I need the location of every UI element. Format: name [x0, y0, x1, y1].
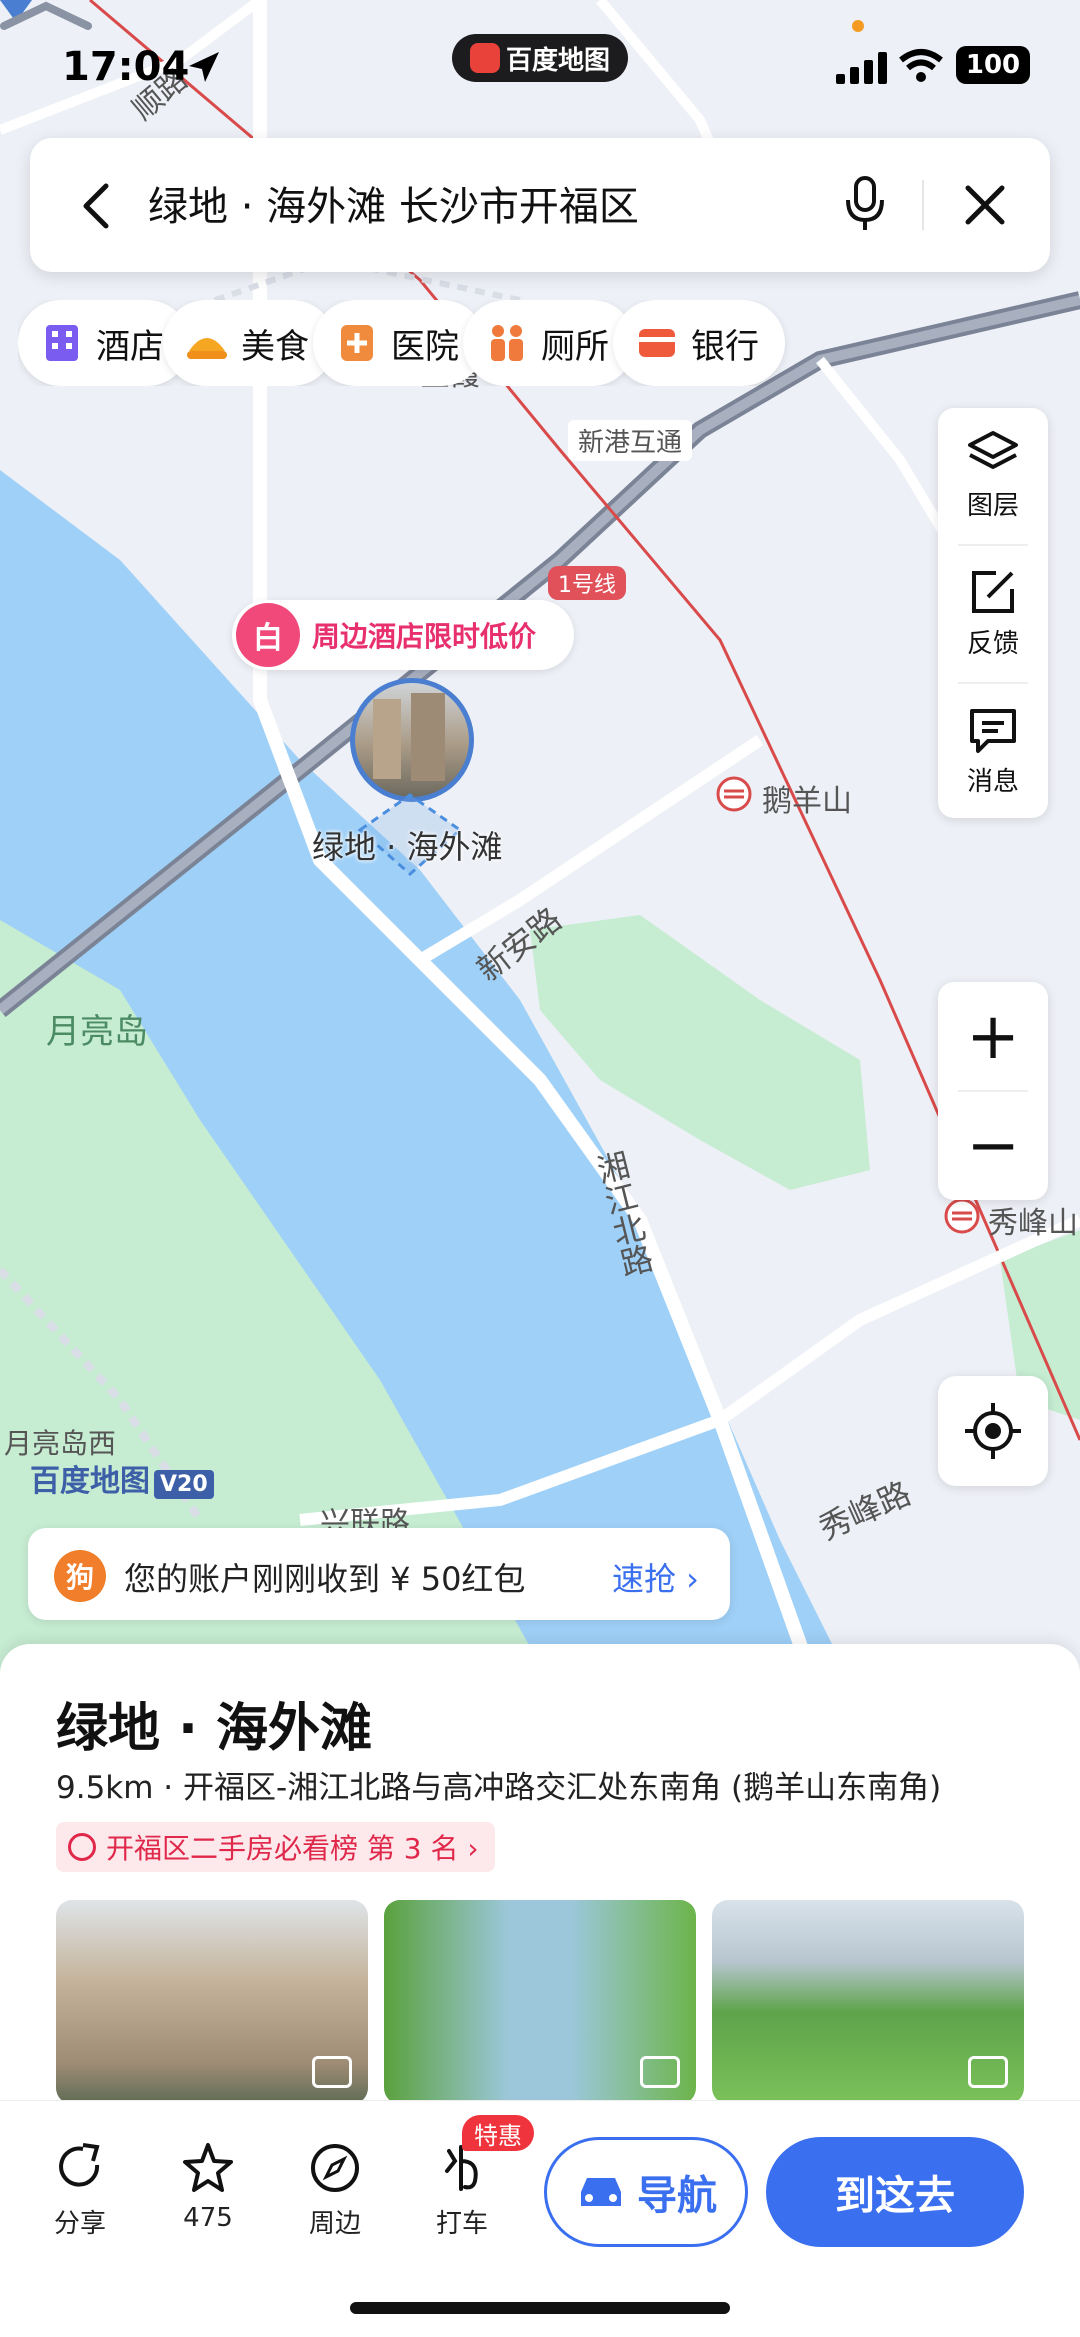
search-query[interactable]: 绿地 · 海外滩 长沙市开福区	[148, 174, 639, 232]
hospital-icon	[341, 325, 373, 361]
ranking-badge[interactable]: 开福区二手房必看榜 第 3 名 ›	[56, 1822, 495, 1872]
red-packet-grab-link[interactable]: 速抢 ›	[612, 1554, 699, 1600]
status-bar: 17:04 百度地图 100	[0, 0, 1080, 130]
map-label-line1: 1号线	[548, 566, 626, 600]
place-title: 绿地 · 海外滩	[56, 1699, 372, 1759]
hotel-icon	[46, 325, 78, 361]
hotel-promo-text: 周边酒店限时低价	[312, 620, 537, 653]
go-here-button[interactable]: 到这去	[766, 2137, 1024, 2247]
crosshair-locate-icon	[965, 1403, 1021, 1459]
poi-pin-photo	[355, 683, 469, 797]
place-photo-river-view[interactable]	[384, 1900, 696, 2104]
taxi-button[interactable]: 打车	[412, 2141, 512, 2240]
hotel-promo-icon: 白	[236, 603, 300, 667]
favorite-button[interactable]: 475	[158, 2141, 258, 2233]
map-label-xiufengshan: 秀峰山	[988, 1206, 1078, 1241]
share-button[interactable]: 分享	[30, 2141, 130, 2240]
poi-map-name[interactable]: 绿地 · 海外滩	[312, 822, 503, 868]
map-label-eyangshan: 鹅羊山	[762, 784, 852, 819]
food-icon	[187, 338, 227, 359]
gallery-icon	[640, 2056, 680, 2088]
zoom-in-button[interactable]: +	[938, 982, 1048, 1091]
ranking-icon	[68, 1833, 96, 1861]
red-packet-text: 您的账户刚刚收到 ¥ 50红包	[124, 1560, 526, 1598]
zoom-out-button[interactable]: −	[938, 1091, 1048, 1200]
taxi-discount-badge: 特惠	[462, 2115, 534, 2151]
bank-icon	[639, 329, 675, 357]
share-icon	[59, 2143, 100, 2187]
close-icon[interactable]	[952, 172, 1018, 238]
category-chip-hospital[interactable]: 医院	[313, 300, 485, 386]
messages-button[interactable]: 消息	[938, 684, 1048, 819]
message-icon	[970, 709, 1016, 753]
category-chips: 酒店 美食 医院 厕所 银行	[18, 300, 1080, 386]
map-label-yueliang-island: 月亮岛	[46, 1012, 148, 1052]
search-bar[interactable]: 绿地 · 海外滩 长沙市开福区	[30, 138, 1050, 272]
search-divider	[922, 180, 924, 230]
baidu-map-logo-icon	[469, 43, 500, 73]
star-icon	[183, 2143, 233, 2192]
nearby-button[interactable]: 周边	[285, 2141, 385, 2240]
wifi-icon	[899, 49, 943, 82]
status-time: 17:04	[62, 44, 190, 90]
back-arrow-icon[interactable]	[68, 176, 128, 236]
gallery-icon	[968, 2056, 1008, 2088]
home-indicator[interactable]	[350, 2302, 730, 2314]
current-app-pill[interactable]: 百度地图	[452, 34, 628, 82]
feedback-button[interactable]: 反馈	[938, 546, 1048, 681]
map-label-interchange: 新港互通	[568, 420, 693, 461]
place-photo-buildings[interactable]	[56, 1900, 368, 2104]
map-brand-watermark: 百度地图 V20	[30, 1456, 214, 1500]
location-arrow-icon	[189, 52, 219, 82]
category-chip-food[interactable]: 美食	[163, 300, 335, 386]
layers-icon	[968, 431, 1018, 469]
map-tools-panel: 图层 反馈 消息	[938, 408, 1048, 818]
car-icon	[581, 2178, 621, 2206]
category-chip-bank[interactable]: 银行	[613, 300, 785, 386]
place-address: 9.5km · 开福区-湘江北路与高冲路交汇处东南角 (鹅羊山东南角)	[56, 1770, 942, 1806]
layers-button[interactable]: 图层	[938, 408, 1048, 543]
category-chip-toilet[interactable]: 厕所	[463, 300, 635, 386]
gallery-icon	[312, 2056, 352, 2088]
navigate-button[interactable]: 导航	[544, 2137, 748, 2247]
metro-station-icon	[944, 1198, 980, 1234]
poi-pin[interactable]	[350, 678, 474, 802]
zoom-controls: + −	[938, 982, 1048, 1200]
privacy-indicator-dot	[852, 20, 864, 32]
microphone-icon[interactable]	[830, 168, 900, 238]
locate-me-button[interactable]	[938, 1376, 1048, 1486]
feedback-edit-icon	[972, 571, 1014, 613]
metro-station-icon	[716, 776, 752, 812]
cell-signal-icon	[836, 52, 887, 84]
hotel-promo-bubble[interactable]: 白 周边酒店限时低价	[232, 600, 575, 670]
red-packet-icon: 狗	[54, 1550, 106, 1602]
red-packet-banner[interactable]: 狗 您的账户刚刚收到 ¥ 50红包 速抢 ›	[28, 1528, 730, 1620]
battery-indicator: 100	[956, 46, 1030, 84]
toilet-icon	[491, 325, 523, 361]
place-photo-lawn[interactable]	[712, 1900, 1024, 2104]
compass-icon	[311, 2144, 359, 2192]
